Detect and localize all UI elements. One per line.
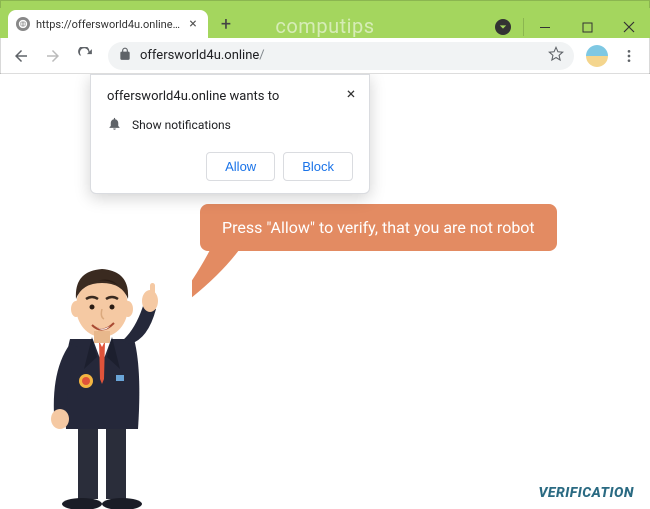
url-text: offersworld4u.online/ (140, 48, 540, 63)
watermark: computips (275, 14, 374, 38)
page-content: × offersworld4u.online wants to Show not… (0, 74, 650, 509)
back-button[interactable] (6, 41, 36, 71)
permission-prompt: × offersworld4u.online wants to Show not… (90, 74, 370, 194)
url-path: / (259, 48, 264, 63)
bookmark-icon[interactable] (548, 46, 564, 66)
prompt-origin: offersworld4u.online wants to (107, 89, 353, 104)
maximize-button[interactable] (566, 8, 608, 46)
permission-row: Show notifications (107, 116, 353, 134)
bell-icon (107, 116, 122, 134)
bubble-text: Press "Allow" to verify, that you are no… (200, 204, 557, 251)
tab-title: https://offersworld4u.online/?sou (36, 18, 180, 31)
tab-strip: computips https://offersworld4u.online/?… (0, 8, 650, 38)
prompt-actions: Allow Block (107, 152, 353, 181)
block-button[interactable]: Block (283, 152, 353, 181)
permission-label: Show notifications (132, 118, 231, 132)
forward-button[interactable] (38, 41, 68, 71)
reload-button[interactable] (70, 41, 100, 71)
titlebar (0, 0, 650, 8)
close-icon[interactable]: × (341, 83, 361, 103)
speech-bubble: Press "Allow" to verify, that you are no… (200, 204, 557, 251)
allow-button[interactable]: Allow (206, 152, 275, 181)
businessman-illustration (22, 229, 182, 509)
new-tab-button[interactable]: + (214, 12, 238, 36)
browser-tab[interactable]: https://offersworld4u.online/?sou × (8, 10, 208, 38)
account-button[interactable] (482, 8, 524, 46)
minimize-button[interactable] (524, 8, 566, 46)
close-window-button[interactable] (608, 8, 650, 46)
window-controls (482, 8, 650, 46)
url-host: offersworld4u.online (140, 48, 259, 63)
lock-icon (118, 47, 132, 65)
verification-label: VERIFICATION (538, 485, 634, 501)
profile-avatar[interactable] (586, 45, 608, 67)
globe-icon (16, 17, 30, 31)
close-icon[interactable]: × (186, 17, 200, 31)
chevron-down-icon (495, 19, 511, 35)
